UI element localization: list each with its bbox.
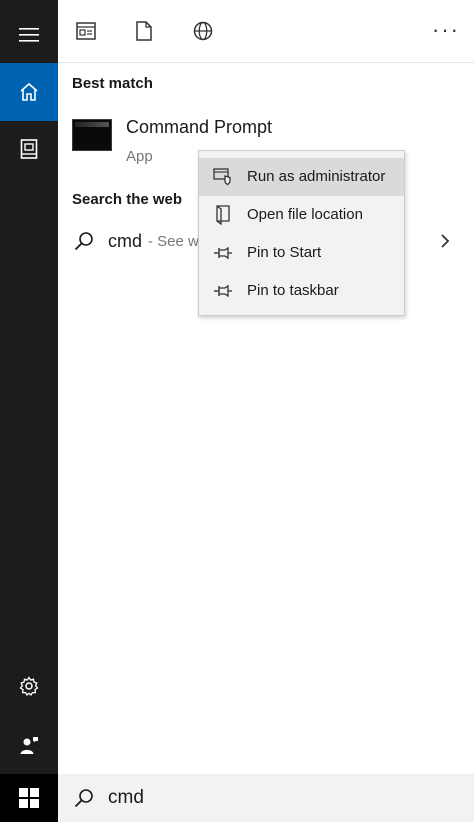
notebook-icon	[20, 139, 38, 159]
pin-icon	[213, 243, 233, 263]
home-icon	[20, 82, 38, 101]
result-subtitle: App	[126, 148, 153, 165]
menu-item-pin-to-taskbar[interactable]: Pin to taskbar	[199, 272, 404, 310]
menu-item-label: Pin to Start	[247, 244, 322, 261]
apps-filter-button[interactable]	[72, 17, 100, 45]
settings-gear-icon	[19, 676, 39, 696]
menu-item-run-as-administrator[interactable]: Run as administrator	[199, 158, 404, 196]
chevron-right-icon[interactable]	[438, 229, 452, 253]
filter-toolbar: ···	[58, 0, 474, 63]
taskbar-search-box[interactable]: cmd	[58, 774, 474, 822]
search-icon	[72, 786, 96, 810]
notebook-button[interactable]	[0, 120, 58, 178]
menu-item-label: Pin to taskbar	[247, 282, 339, 299]
menu-item-pin-to-start[interactable]: Pin to Start	[199, 234, 404, 272]
best-match-heading: Best match	[72, 75, 153, 92]
settings-button[interactable]	[0, 657, 58, 715]
pin-icon	[213, 281, 233, 301]
feedback-person-icon	[20, 737, 38, 754]
search-input-value[interactable]: cmd	[108, 787, 144, 809]
documents-filter-icon	[136, 21, 152, 41]
more-options-button[interactable]: ···	[432, 16, 460, 44]
cortana-search-panel: cmd ··· Best match Command Prompt App Se…	[0, 0, 474, 822]
context-menu: Run as administrator Open file location	[198, 150, 405, 316]
hamburger-menu-icon	[19, 28, 39, 42]
file-location-icon	[213, 205, 233, 225]
windows-logo-icon	[19, 788, 39, 808]
menu-item-open-file-location[interactable]: Open file location	[199, 196, 404, 234]
menu-item-label: Open file location	[247, 206, 363, 223]
start-button[interactable]	[0, 774, 58, 822]
command-prompt-app-icon	[72, 119, 112, 151]
web-query-text: cmd	[108, 230, 143, 251]
web-filter-icon	[193, 21, 213, 41]
left-rail	[0, 0, 58, 774]
result-title: Command Prompt	[126, 117, 273, 137]
menu-item-label: Run as administrator	[247, 168, 386, 185]
search-web-heading: Search the web	[72, 191, 183, 208]
web-query-hint: - See w	[148, 232, 199, 250]
web-filter-button[interactable]	[189, 17, 217, 45]
documents-filter-button[interactable]	[130, 17, 158, 45]
apps-filter-icon	[76, 22, 96, 40]
search-icon	[72, 229, 96, 253]
feedback-button[interactable]	[0, 716, 58, 774]
admin-shield-icon	[213, 167, 233, 187]
home-button[interactable]	[0, 63, 58, 121]
hamburger-menu-button[interactable]	[0, 6, 58, 64]
